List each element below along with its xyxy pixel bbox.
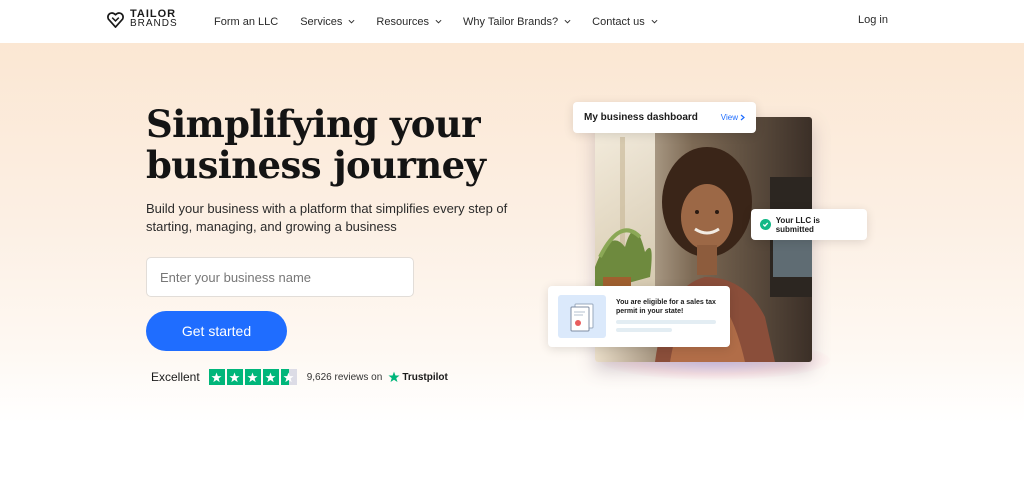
trustpilot-star-icon [262,369,279,385]
nav-item-resources[interactable]: Resources [376,16,442,28]
chevron-right-icon [740,114,745,121]
trustpilot-star-icon [208,369,225,385]
trustpilot-logo: Trustpilot [388,371,448,383]
tailor-brands-logo-icon [107,11,124,28]
nav-item-why-tailor-brands[interactable]: Why Tailor Brands? [463,16,571,28]
nav-item-label: Why Tailor Brands? [462,15,559,28]
document-icon [558,295,606,338]
headline-line-2: business journey [146,143,486,187]
trustpilot-star-icon [226,369,243,385]
site-header: TAILOR BRANDS Form an LLC Services Resou… [0,0,1024,43]
nav-item-label: Services [300,15,343,28]
view-link-label: View [720,113,738,122]
main-nav: Form an LLC Services Resources Why Tailo… [214,0,658,43]
trustpilot-label: Trustpilot [402,371,448,383]
nav-item-contact-us[interactable]: Contact us [592,16,658,28]
chevron-down-icon [564,19,571,24]
trustpilot-star-icon [244,369,261,385]
tax-permit-card: You are eligible for a sales tax permit … [548,286,730,347]
review-count: 9,626 reviews on [306,371,383,383]
chevron-down-icon [348,19,355,24]
llc-status-card: Your LLC is submitted [751,209,867,240]
nav-item-services[interactable]: Services [300,16,355,28]
chevron-down-icon [651,19,658,24]
login-link[interactable]: Log in [858,14,888,26]
trustpilot-half-star-icon [280,369,297,385]
nav-item-label: Contact us [592,15,645,28]
hero-headline: Simplifying your business journey [146,104,536,186]
headline-line-1: Simplifying your [146,102,481,146]
logo-text-bottom: BRANDS [130,18,178,29]
check-icon [760,219,771,230]
chevron-down-icon [435,19,442,24]
trustpilot-rating[interactable]: Excellent 9,626 reviews on Trustpilot [151,369,448,385]
nav-item-label: Resources [376,15,429,28]
llc-status-text: Your LLC is submitted [775,215,820,234]
business-name-input[interactable] [146,257,414,297]
dashboard-view-link[interactable]: View [721,113,745,122]
placeholder-line [616,328,672,332]
get-started-button[interactable]: Get started [146,311,287,351]
logo[interactable]: TAILOR BRANDS [106,9,178,29]
hero-subheading: Build your business with a platform that… [146,201,508,234]
trustpilot-star-icon [388,371,400,383]
nav-item-label: Form an LLC [214,15,279,28]
nav-item-form-llc[interactable]: Form an LLC [214,16,278,28]
placeholder-line [616,320,716,324]
tax-permit-text: You are eligible for a sales tax permit … [616,299,716,315]
rating-stars [208,369,297,385]
rating-label: Excellent [151,370,200,384]
dashboard-card: My business dashboard View [573,102,756,133]
dashboard-title: My business dashboard [584,112,698,123]
